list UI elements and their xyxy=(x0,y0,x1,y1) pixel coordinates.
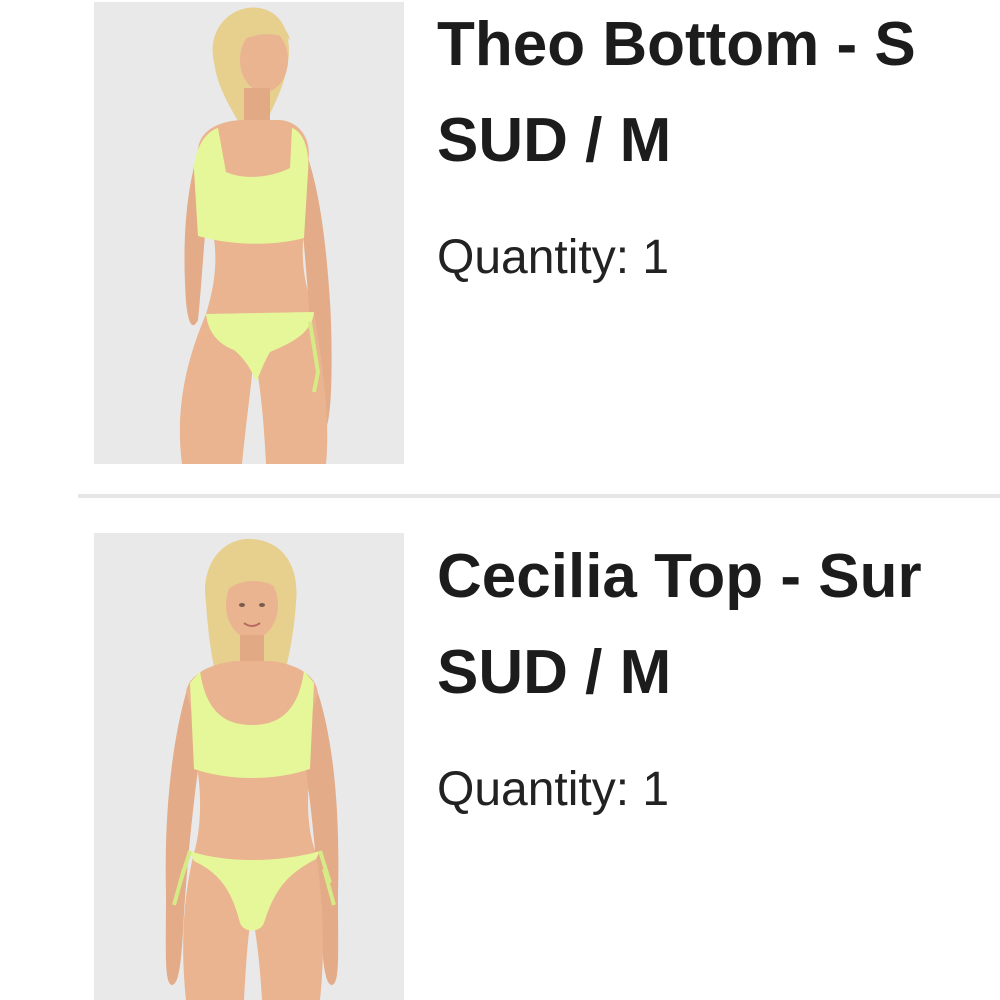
cart-page: Theo Bottom - S SUD / M Quantity: 1 Ceci… xyxy=(0,0,1000,1000)
product-image[interactable] xyxy=(94,533,404,1000)
product-variant: SUD / M xyxy=(437,638,672,707)
item-details: Theo Bottom - S SUD / M Quantity: 1 xyxy=(437,12,1000,285)
quantity-label: Quantity: 1 xyxy=(437,231,670,284)
product-image[interactable] xyxy=(94,2,404,464)
item-divider xyxy=(78,494,1000,498)
product-image-back-view xyxy=(94,2,404,464)
quantity-label: Quantity: 1 xyxy=(437,763,670,816)
product-image-front-view xyxy=(94,533,404,1000)
product-variant: SUD / M xyxy=(437,106,672,175)
product-name[interactable]: Theo Bottom - S xyxy=(437,12,1000,78)
product-name[interactable]: Cecilia Top - Sur xyxy=(437,544,1000,610)
cart-item: Theo Bottom - S SUD / M Quantity: 1 xyxy=(0,0,1000,496)
cart-item: Cecilia Top - Sur SUD / M Quantity: 1 xyxy=(0,500,1000,1000)
item-details: Cecilia Top - Sur SUD / M Quantity: 1 xyxy=(437,544,1000,817)
